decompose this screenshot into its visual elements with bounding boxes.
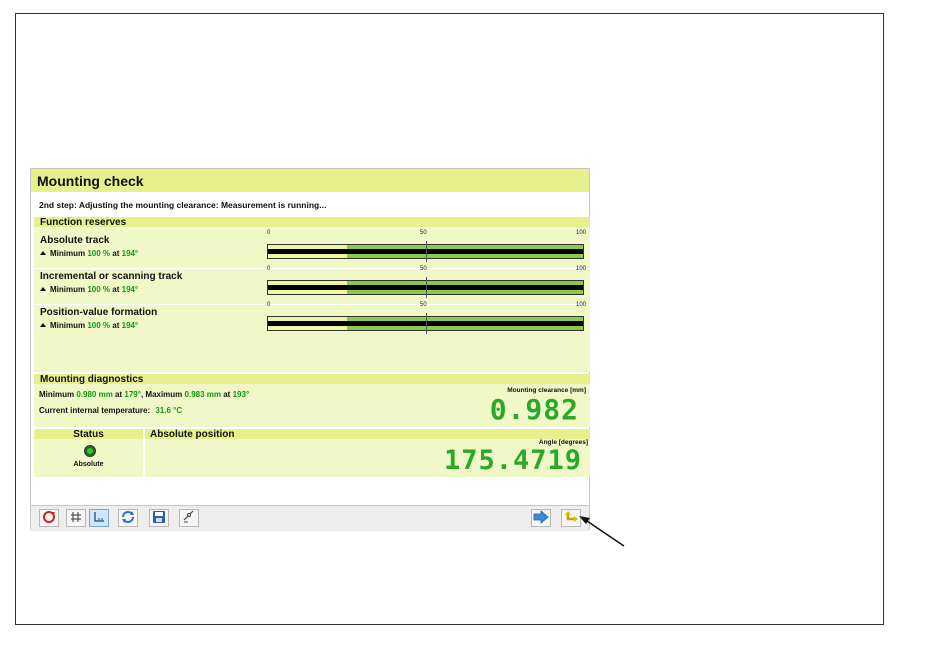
callout-arrow-icon [579, 516, 625, 547]
